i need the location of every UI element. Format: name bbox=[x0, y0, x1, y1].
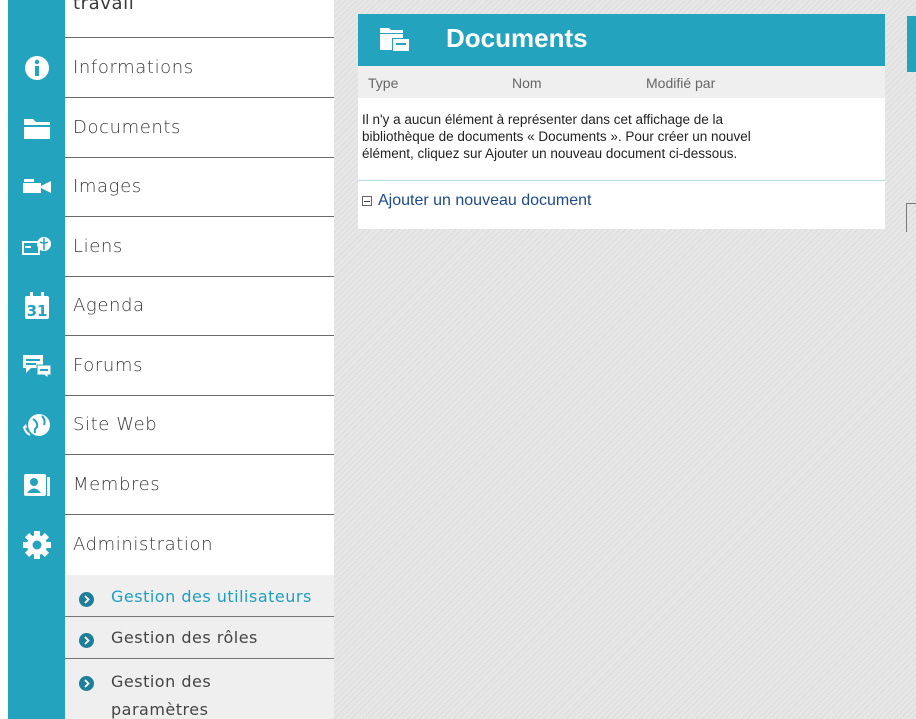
sidebar-item-agenda[interactable]: 31 Agenda bbox=[8, 276, 334, 336]
camera-icon bbox=[8, 157, 65, 217]
documents-panel: Documents Type Nom Modifié par Il n'y a … bbox=[358, 14, 885, 229]
column-header-modifie-par[interactable]: Modifié par bbox=[646, 75, 715, 91]
svg-text:31: 31 bbox=[26, 302, 47, 320]
sidebar-item-liens[interactable]: Liens bbox=[8, 217, 334, 277]
sidebar-item-label: Forums bbox=[73, 355, 144, 376]
empty-message-line: Il n'y a aucun élément à représenter dan… bbox=[362, 112, 724, 127]
sidebar: travail Informations Documents Images Li… bbox=[8, 0, 334, 719]
folder-icon bbox=[8, 98, 65, 158]
sidebar-item-informations[interactable]: Informations bbox=[8, 38, 334, 98]
add-document-label: Ajouter un nouveau document bbox=[378, 192, 592, 209]
column-header-type[interactable]: Type bbox=[368, 75, 398, 91]
sidebar-item-membres[interactable]: Membres bbox=[8, 455, 334, 515]
gear-icon bbox=[8, 515, 65, 575]
chevron-right-icon bbox=[79, 592, 94, 607]
empty-message-line: bibliothèque de documents « Documents ».… bbox=[362, 129, 751, 144]
sidebar-item-label: Membres bbox=[73, 474, 161, 495]
link-globe-icon bbox=[8, 217, 65, 277]
adjacent-panel-edge bbox=[906, 204, 907, 232]
chat-icon bbox=[8, 336, 65, 396]
subnav-item-label-line2: paramètres bbox=[111, 700, 209, 719]
add-square-icon bbox=[362, 196, 372, 206]
folder-stack-icon bbox=[378, 24, 412, 58]
sidebar-item-site-web[interactable]: Site Web bbox=[8, 395, 334, 455]
sidebar-item-administration[interactable]: Administration bbox=[8, 515, 334, 575]
panel-header: Documents bbox=[358, 14, 885, 66]
sidebar-item-images[interactable]: Images bbox=[8, 157, 334, 217]
divider bbox=[358, 180, 885, 181]
adjacent-panel-edge bbox=[906, 203, 916, 204]
panel-title: Documents bbox=[446, 23, 588, 53]
members-icon bbox=[8, 455, 65, 515]
subnav-item-gestion-roles[interactable]: Gestion des rôles bbox=[65, 617, 334, 659]
chevron-right-icon bbox=[79, 676, 94, 691]
subnav-item-label: Gestion des rôles bbox=[111, 628, 258, 647]
empty-message: Il n'y a aucun élément à représenter dan… bbox=[362, 111, 877, 162]
column-header-nom[interactable]: Nom bbox=[512, 75, 542, 91]
subnav-item-label: Gestion des utilisateurs bbox=[111, 587, 312, 606]
subnav-item-gestion-parametres[interactable]: Gestion des paramètres bbox=[65, 659, 334, 719]
adjacent-panel-header-edge bbox=[907, 16, 916, 72]
sidebar-item-label: Liens bbox=[73, 236, 123, 257]
sidebar-item-label: travail bbox=[73, 0, 135, 14]
sidebar-item-documents[interactable]: Documents bbox=[8, 98, 334, 158]
subnav-item-label: Gestion des bbox=[111, 672, 212, 691]
column-headers: Type Nom Modifié par bbox=[358, 66, 885, 98]
sidebar-item-travail[interactable]: travail bbox=[65, 0, 334, 38]
empty-message-line: élément, cliquez sur Ajouter un nouveau … bbox=[362, 146, 738, 161]
info-icon bbox=[8, 38, 65, 98]
sidebar-item-label: Informations bbox=[73, 57, 194, 78]
sidebar-item-label: Images bbox=[73, 176, 142, 197]
subnav-item-gestion-utilisateurs[interactable]: Gestion des utilisateurs bbox=[65, 575, 334, 617]
sidebar-item-label: Administration bbox=[73, 534, 214, 555]
sidebar-item-label: Site Web bbox=[73, 414, 158, 435]
sidebar-item-label: Agenda bbox=[73, 295, 145, 316]
sidebar-item-forums[interactable]: Forums bbox=[8, 336, 334, 396]
calendar-icon: 31 bbox=[8, 276, 65, 336]
sidebar-item-label: Documents bbox=[73, 117, 182, 138]
add-document-link[interactable]: Ajouter un nouveau document bbox=[362, 192, 591, 210]
chevron-right-icon bbox=[79, 633, 94, 648]
globe-icon bbox=[8, 395, 65, 455]
